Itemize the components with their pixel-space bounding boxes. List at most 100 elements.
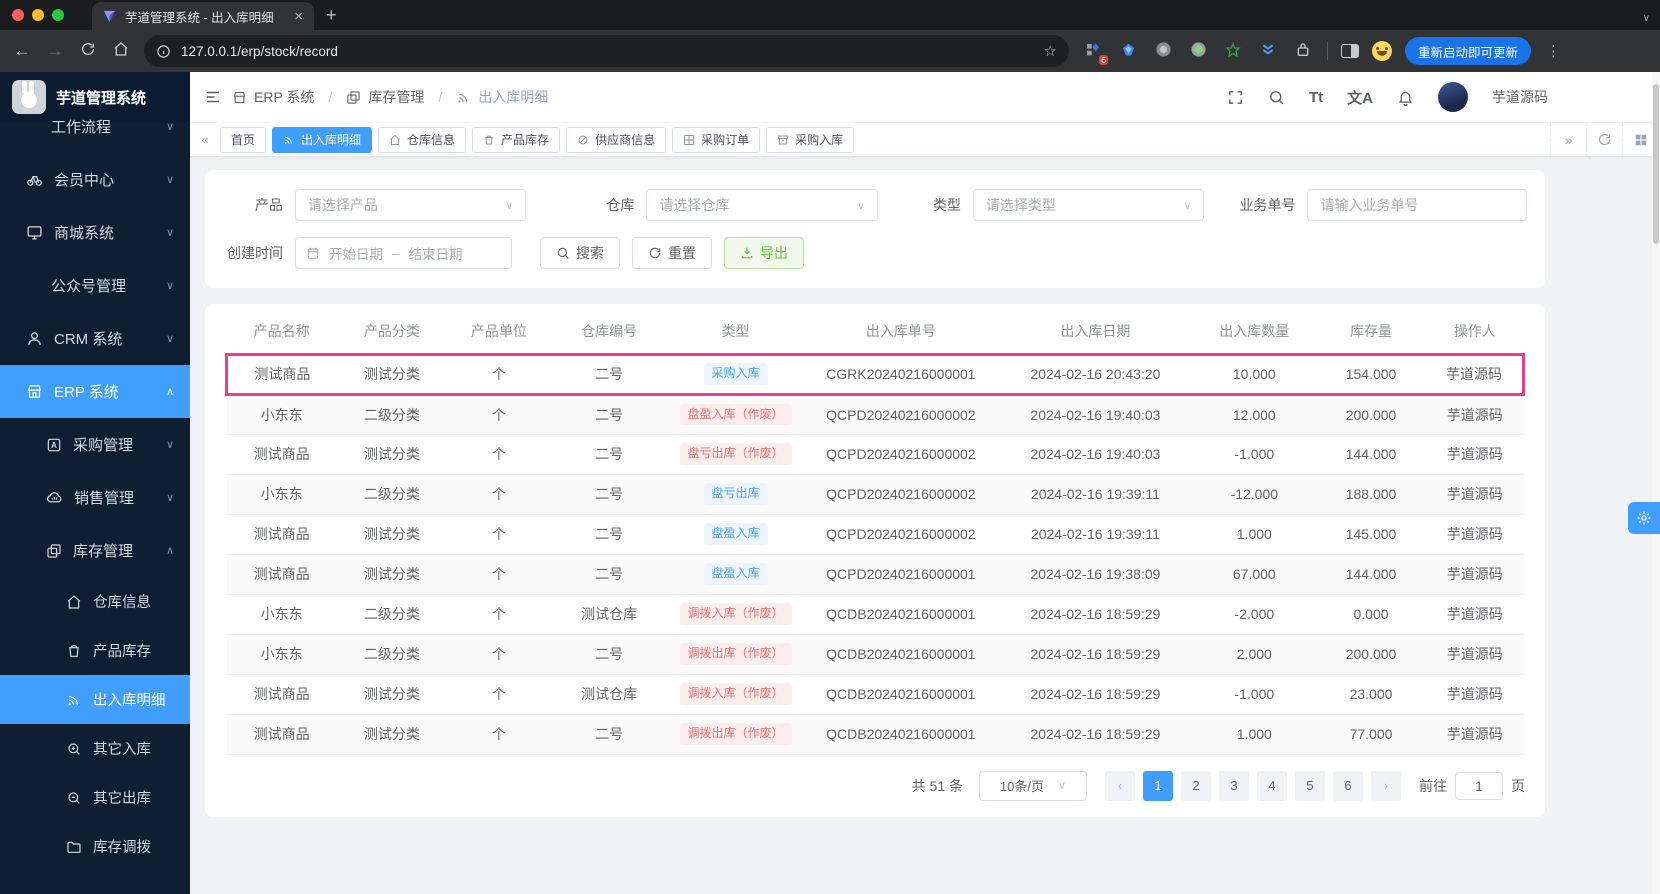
warehouse-select[interactable]: 请选择仓库 ∨ xyxy=(646,189,878,221)
cup-icon xyxy=(69,644,79,657)
extension-green-star-icon[interactable] xyxy=(1222,41,1244,61)
extension-park-icon[interactable] xyxy=(1117,42,1139,61)
cell-warehouse: 二号 xyxy=(550,554,668,595)
tag-purchase-in[interactable]: 采购入库 xyxy=(766,126,855,153)
sidebar-item-official-account[interactable]: 公众号管理 ∨ xyxy=(0,259,190,312)
table-row[interactable]: 测试商品 测试分类 个 二号 盘盈入库 QCPD20240216000002 2… xyxy=(226,514,1524,555)
table-row[interactable]: 小东东 二级分类 个 二号 盘盈入库（作废） QCPD2024021600000… xyxy=(226,394,1524,435)
tag-product-stock[interactable]: 产品库存 xyxy=(472,126,561,153)
cell-order-no: QCDB20240216000001 xyxy=(803,714,999,755)
extension-grid-icon[interactable]: 6 xyxy=(1082,42,1108,65)
sidebar-item-stock-move[interactable]: 库存调拨 xyxy=(0,822,190,871)
page-button-4[interactable]: 4 xyxy=(1257,770,1287,801)
sidebar-item-product-stock[interactable]: 产品库存 xyxy=(0,626,190,675)
forward-button[interactable]: → xyxy=(45,41,65,61)
sidebar-item-crm-system[interactable]: CRM 系统 ∨ xyxy=(0,312,190,365)
search-button[interactable]: 搜索 xyxy=(540,237,620,269)
tag-purchase-order[interactable]: 采购订单 xyxy=(672,126,761,153)
refresh-page-icon[interactable] xyxy=(1586,122,1622,157)
signal-icon xyxy=(68,695,78,705)
table-row[interactable]: 小东东 二级分类 个 二号 调拨出库（作废） QCDB2024021600000… xyxy=(226,634,1524,675)
back-button[interactable]: ← xyxy=(12,41,32,61)
date-range-picker[interactable]: 开始日期 – 结束日期 xyxy=(295,237,512,269)
page-size-select[interactable]: 10条/页 ∨ xyxy=(979,770,1087,801)
sidebar-item-stock-record[interactable]: 出入库明细 xyxy=(0,675,190,724)
chrome-update-button[interactable]: 重新启动即可更新 xyxy=(1405,37,1532,65)
sidebar-item-stock-management[interactable]: 库存管理 ∧ xyxy=(0,524,190,577)
close-window-button[interactable] xyxy=(12,9,24,21)
tag-home[interactable]: 首页 xyxy=(220,126,267,153)
page-button-2[interactable]: 2 xyxy=(1181,770,1211,801)
breadcrumb-item-stock[interactable]: 库存管理 xyxy=(346,87,424,107)
sidebar-item-purchase-management[interactable]: A 采购管理 ∨ xyxy=(0,418,190,471)
tab-close-icon[interactable]: × xyxy=(291,8,306,25)
username[interactable]: 芋道源码 xyxy=(1492,87,1548,107)
bookmark-star-icon[interactable]: ☆ xyxy=(1044,42,1057,60)
type-select[interactable]: 请选择类型 ∨ xyxy=(972,189,1205,221)
table-row[interactable]: 测试商品 测试分类 个 测试仓库 调拨入库（作废） QCDB2024021600… xyxy=(226,674,1524,715)
table-row[interactable]: 测试商品 测试分类 个 二号 盘亏出库（作废） QCPD202402160000… xyxy=(226,434,1524,475)
sidebar-item-other-stock-out[interactable]: 其它出库 xyxy=(0,773,190,822)
sidebar-item-member-center[interactable]: 会员中心 ∨ xyxy=(0,153,190,206)
search-icon[interactable] xyxy=(1268,89,1285,106)
extension-chevrons-icon[interactable] xyxy=(1257,42,1279,61)
extension-gray-circle-icon[interactable] xyxy=(1152,41,1174,61)
user-avatar[interactable] xyxy=(1438,82,1468,112)
profile-avatar[interactable] xyxy=(1372,41,1392,61)
table-row[interactable]: 测试商品 测试分类 个 二号 调拨出库（作废） QCDB202402160000… xyxy=(226,714,1524,755)
tag-stock-record[interactable]: 出入库明细 xyxy=(272,126,373,153)
scrollbar-thumb[interactable] xyxy=(1653,84,1659,244)
tab-strip-chevron-icon[interactable]: ∨ xyxy=(1643,13,1650,24)
bell-icon[interactable] xyxy=(1397,89,1414,106)
reset-button[interactable]: 重置 xyxy=(632,237,712,269)
fullscreen-icon[interactable] xyxy=(1227,89,1244,106)
reload-button[interactable] xyxy=(78,41,98,62)
extension-green-circle-icon[interactable] xyxy=(1187,41,1209,61)
cell-warehouse: 二号 xyxy=(550,474,668,515)
zoom-window-button[interactable] xyxy=(52,9,64,21)
address-bar[interactable]: 127.0.0.1/erp/stock/record ☆ xyxy=(144,35,1069,67)
table-row[interactable]: 小东东 二级分类 个 测试仓库 调拨入库（作废） QCDB20240216000… xyxy=(226,594,1524,635)
page-button-5[interactable]: 5 xyxy=(1295,770,1325,801)
side-panel-icon[interactable] xyxy=(1341,44,1359,58)
home-button[interactable] xyxy=(111,41,131,62)
tag-warehouse-info[interactable]: 仓库信息 xyxy=(378,126,467,153)
breadcrumb-item-erp[interactable]: ERP 系统 xyxy=(232,87,314,107)
hamburger-menu-icon[interactable] xyxy=(204,88,222,106)
sidebar-item-erp-system[interactable]: ERP 系统 ∧ xyxy=(0,365,190,418)
sidebar-item-other-stock-in[interactable]: 其它入库 xyxy=(0,724,190,773)
product-select[interactable]: 请选择产品 ∨ xyxy=(294,189,527,221)
sidebar-item-label: 库存调拨 xyxy=(93,840,151,856)
language-tool[interactable]: 文A xyxy=(1347,87,1373,108)
browser-tab[interactable]: 芋道管理系统 - 出入库明细 × xyxy=(92,2,314,30)
sidebar-item-mall-system[interactable]: 商城系统 ∨ xyxy=(0,206,190,259)
extensions-puzzle-icon[interactable] xyxy=(1292,42,1314,61)
font-size-tool[interactable]: Tt xyxy=(1309,89,1323,106)
browser-menu-icon[interactable]: ⋮ xyxy=(1544,42,1563,60)
cell-order-no: QCPD20240216000002 xyxy=(803,394,999,435)
page-scrollbar[interactable] xyxy=(1652,72,1660,894)
tags-scroll-right-icon[interactable]: » xyxy=(1550,122,1586,157)
goto-page-input[interactable] xyxy=(1455,771,1503,800)
chevron-down-icon: ∨ xyxy=(165,227,174,239)
tag-supplier-info[interactable]: 供应商信息 xyxy=(566,126,667,153)
prev-page-button[interactable]: ‹ xyxy=(1105,770,1135,801)
chevron-down-icon: ∨ xyxy=(165,492,174,504)
site-info-icon[interactable] xyxy=(156,44,171,59)
type-badge: 调拨出库（作废） xyxy=(679,723,792,745)
table-row[interactable]: 测试商品 测试分类 个 二号 盘盈入库 QCPD20240216000001 2… xyxy=(226,554,1524,595)
page-button-1[interactable]: 1 xyxy=(1143,770,1173,801)
table-row[interactable]: 小东东 二级分类 个 二号 盘亏出库 QCPD20240216000002 20… xyxy=(226,474,1524,515)
next-page-button[interactable]: › xyxy=(1371,770,1401,801)
new-tab-button[interactable]: + xyxy=(326,5,337,26)
sidebar-item-warehouse-info[interactable]: 仓库信息 xyxy=(0,577,190,626)
page-button-3[interactable]: 3 xyxy=(1219,770,1249,801)
export-button[interactable]: 导出 xyxy=(724,237,804,269)
page-button-6[interactable]: 6 xyxy=(1333,770,1363,801)
sidebar-item-sales-management[interactable]: 销售管理 ∨ xyxy=(0,471,190,524)
minimize-window-button[interactable] xyxy=(32,9,44,21)
tags-scroll-left-icon[interactable]: « xyxy=(190,132,220,147)
theme-settings-button[interactable] xyxy=(1628,502,1660,534)
bizno-input[interactable] xyxy=(1307,189,1528,221)
table-row[interactable]: 测试商品 测试分类 个 二号 采购入库 CGRK20240216000001 2… xyxy=(224,352,1526,396)
